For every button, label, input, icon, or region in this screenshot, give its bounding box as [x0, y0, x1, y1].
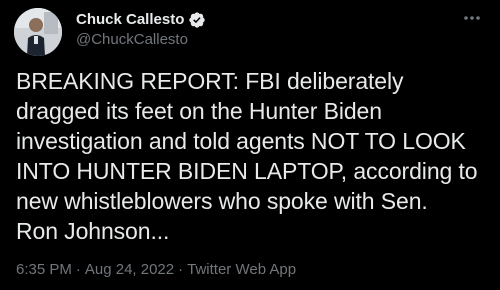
meta-separator: · [178, 261, 184, 278]
tweet-source[interactable]: Twitter Web App [187, 260, 296, 280]
tweet-time[interactable]: 6:35 PM [16, 260, 72, 280]
author-display-name[interactable]: Chuck Callesto [76, 10, 184, 30]
tweet-metadata: 6:35 PM · Aug 24, 2022 · Twitter Web App [16, 260, 296, 280]
tweet-card: Chuck Callesto @ChuckCallesto BREAKING R… [0, 0, 500, 290]
avatar[interactable] [14, 8, 62, 56]
more-options-icon[interactable] [460, 8, 484, 28]
meta-separator: · [75, 261, 81, 278]
verified-badge-icon [188, 11, 206, 29]
tweet-text: BREAKING REPORT: FBI deliberately dragge… [16, 68, 478, 244]
author-handle[interactable]: @ChuckCallesto [76, 30, 188, 50]
tweet-date[interactable]: Aug 24, 2022 [85, 260, 174, 280]
author-name-row: Chuck Callesto [76, 10, 206, 30]
